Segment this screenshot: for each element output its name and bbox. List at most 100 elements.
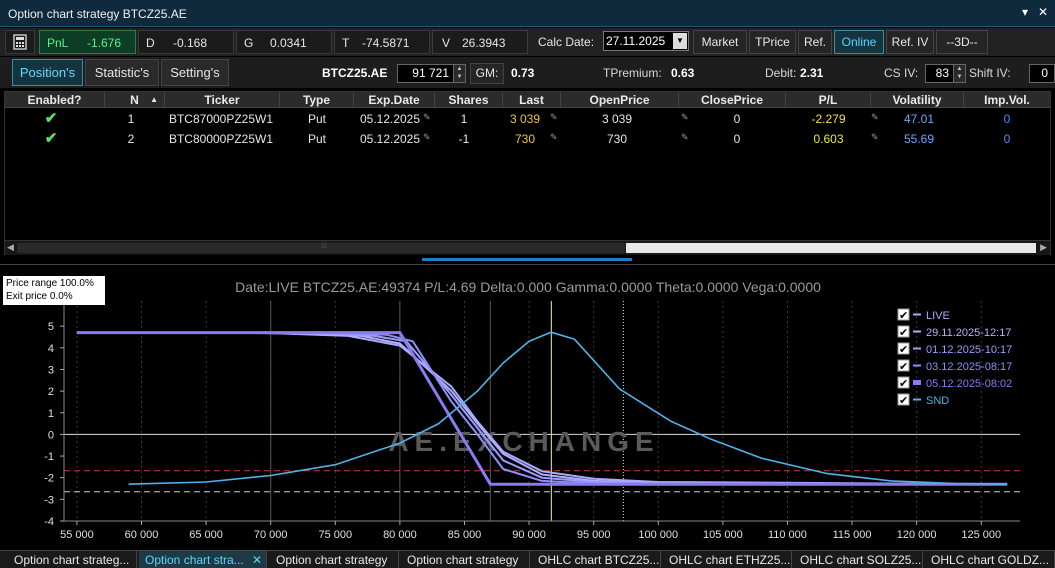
col-ticker[interactable]: Ticker — [165, 92, 280, 108]
table-row[interactable]: ✔ 1 BTC87000PZ25W1 Put 05.12.2025 ✎ 1 3 … — [5, 109, 1050, 129]
series-line-4 — [76, 331, 1008, 486]
y-tick-label: -3 — [44, 494, 54, 506]
panel-splitter[interactable] — [422, 258, 632, 261]
chevron-down-icon[interactable]: ▼ — [673, 33, 687, 49]
edit-pencil-icon[interactable]: ✎ — [871, 132, 879, 143]
grip-icon: ⦙⦙⦙ — [321, 240, 328, 250]
gm-value: 0.73 — [511, 66, 535, 80]
enabled-check-icon[interactable]: ✔ — [5, 109, 97, 129]
close-tab-icon[interactable]: ✕ — [252, 551, 262, 568]
scrollbar-thumb[interactable] — [626, 243, 1036, 253]
col-imp-vol[interactable]: Imp.Vol. — [964, 92, 1050, 108]
edit-pencil-icon[interactable]: ✎ — [871, 112, 879, 123]
ref-button[interactable]: Ref. — [798, 30, 832, 54]
tprice-button[interactable]: TPrice — [749, 30, 796, 54]
close-icon[interactable]: ✕ — [1036, 5, 1050, 19]
csiv-value: 83 — [935, 66, 949, 80]
y-tick-label: -4 — [44, 516, 54, 528]
price-range-text: Price range 100.0% — [6, 278, 94, 289]
spin-arrows-icon[interactable]: ▲ ▼ — [953, 65, 965, 82]
x-tick-label: 95 000 — [577, 529, 611, 541]
scrollbar-thumb-left[interactable]: ⦙⦙⦙ — [17, 240, 625, 253]
calc-date-picker[interactable]: 27.11.2025 ▼ — [603, 31, 689, 51]
gm-button[interactable]: GM: — [470, 63, 504, 84]
col-n[interactable]: N ▲ — [105, 92, 165, 108]
spin-arrows-icon[interactable]: ▲ ▼ — [453, 65, 465, 82]
enabled-check-icon[interactable]: ✔ — [5, 129, 97, 149]
x-tick-label: 90 000 — [512, 529, 546, 541]
horizontal-scrollbar[interactable]: ◀ ⦙⦙⦙ ▶ — [5, 240, 1050, 255]
doc-tab-active[interactable]: Option chart stra... ✕ — [139, 551, 267, 568]
edit-pencil-icon[interactable]: ✎ — [423, 132, 431, 143]
x-tick-label: 120 000 — [897, 529, 937, 541]
tab-positions[interactable]: Position's — [12, 59, 83, 86]
doc-tab[interactable]: OHLC chart SOLZ25... — [794, 551, 923, 568]
tpremium-value: 0.63 — [671, 66, 695, 80]
edit-pencil-icon[interactable]: ✎ — [681, 132, 689, 143]
doc-tab[interactable]: OHLC chart ETHZ25... — [663, 551, 792, 568]
col-exp-date[interactable]: Exp.Date — [354, 92, 435, 108]
col-shares[interactable]: Shares — [435, 92, 503, 108]
x-tick-label: 70 000 — [254, 529, 288, 541]
col-volatility[interactable]: Volatility — [871, 92, 964, 108]
calc-date-label: Calc Date: — [538, 35, 595, 49]
row-open-price: 730 — [606, 132, 628, 146]
x-tick-label: 75 000 — [318, 529, 352, 541]
edit-pencil-icon[interactable]: ✎ — [550, 112, 558, 123]
edit-pencil-icon[interactable]: ✎ — [550, 132, 558, 143]
3d-button[interactable]: --3D-- — [936, 30, 988, 54]
checkmark-icon: ✔ — [899, 343, 908, 356]
checkmark-icon: ✔ — [899, 326, 908, 339]
debit-label: Debit: — [765, 66, 797, 80]
doc-tab[interactable]: OHLC chart GOLDZ... — [925, 551, 1055, 568]
window-menu-icon[interactable]: ▾ — [1018, 5, 1032, 19]
checkmark-icon: ✔ — [899, 309, 908, 322]
csiv-spinner[interactable]: 83 ▲ ▼ — [925, 64, 966, 83]
market-button[interactable]: Market — [693, 30, 747, 54]
delta-label: D — [146, 36, 155, 50]
col-last[interactable]: Last — [503, 92, 561, 108]
doc-tab[interactable]: Option chart strategy — [401, 551, 530, 568]
x-tick-label: 100 000 — [638, 529, 678, 541]
col-open-price[interactable]: OpenPrice — [561, 92, 679, 108]
window-title: Option chart strategy BTCZ25.AE — [8, 7, 187, 21]
row-ticker: BTC87000PZ25W1 — [168, 112, 274, 126]
theta-box: T -74.5871 — [334, 30, 430, 54]
scroll-left-icon[interactable]: ◀ — [7, 242, 14, 253]
pnl-label: PnL — [47, 36, 69, 50]
tab-settings[interactable]: Setting's — [161, 59, 229, 86]
calculator-button[interactable] — [5, 30, 35, 54]
doc-tab[interactable]: OHLC chart BTCZ25... — [532, 551, 661, 568]
row-exp-date: 05.12.2025 — [359, 112, 421, 126]
edit-pencil-icon[interactable]: ✎ — [423, 112, 431, 123]
shiftiv-spinner[interactable]: 0 — [1029, 64, 1055, 83]
doc-tab[interactable]: Option chart strateg... — [8, 551, 137, 568]
row-close-price: 0 — [733, 132, 741, 146]
online-button[interactable]: Online — [834, 30, 884, 54]
delta-box: D -0.168 — [138, 30, 234, 54]
payoff-chart[interactable]: -4 -3 -2 -1 0 1 2 3 4 5 55 000 60 000 65 000 70 000 75… — [0, 265, 1055, 551]
sort-asc-icon: ▲ — [150, 95, 158, 104]
col-type[interactable]: Type — [280, 92, 354, 108]
doc-tab[interactable]: Option chart strategy — [270, 551, 399, 568]
y-tick-label: 3 — [48, 364, 54, 376]
col-enabled[interactable]: Enabled? — [5, 92, 105, 108]
y-tick-label: -1 — [44, 451, 54, 463]
tab-statistics[interactable]: Statistic's — [85, 59, 159, 86]
chart-title: Date:LIVE BTCZ25.AE:49374 P/L:4.69 Delta… — [235, 279, 821, 295]
y-tick-label: 1 — [48, 408, 54, 420]
row-imp-vol: 0 — [1003, 112, 1011, 126]
row-shares: 1 — [460, 112, 468, 126]
row-n: 2 — [127, 132, 135, 146]
table-row[interactable]: ✔ 2 BTC80000PZ25W1 Put 05.12.2025 ✎ -1 7… — [5, 129, 1050, 149]
col-pl[interactable]: P/L — [786, 92, 871, 108]
col-close-price[interactable]: ClosePrice — [679, 92, 786, 108]
row-close-price: 0 — [733, 112, 741, 126]
scroll-right-icon[interactable]: ▶ — [1040, 242, 1047, 253]
tabs-summary-row: Position's Statistic's Setting's BTCZ25.… — [0, 57, 1055, 88]
x-tick-label: 55 000 — [60, 529, 94, 541]
ref-iv-button[interactable]: Ref. IV — [886, 30, 934, 54]
edit-pencil-icon[interactable]: ✎ — [681, 112, 689, 123]
price-spinner[interactable]: 91 721 ▲ ▼ — [397, 64, 466, 83]
row-pl: 0.603 — [813, 132, 844, 146]
